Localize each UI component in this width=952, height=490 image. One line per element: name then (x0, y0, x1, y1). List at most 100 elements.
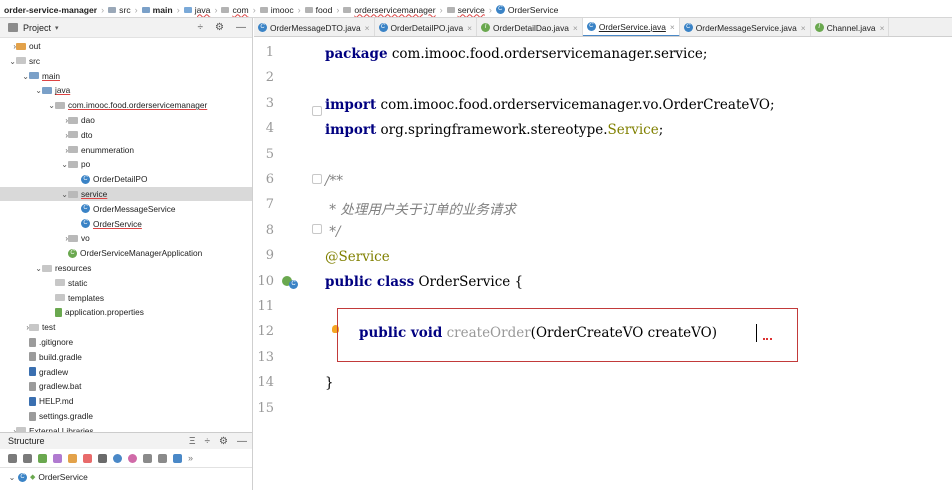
close-icon[interactable]: × (467, 23, 472, 33)
breadcrumb-module[interactable]: order-service-manager (0, 5, 99, 15)
expand-all-icon[interactable] (143, 453, 152, 463)
gear-icon[interactable]: ⚙ (215, 22, 224, 33)
breadcrumb-orderservice[interactable]: C OrderService (494, 5, 561, 15)
tree-item-orderdetailpo[interactable]: C OrderDetailPO (0, 172, 252, 186)
tree-item-help-md[interactable]: HELP.md (0, 394, 252, 408)
code-line-10: public class OrderService { (325, 274, 524, 290)
chevron-down-icon[interactable]: ▾ (55, 24, 59, 32)
line-number: 13 (257, 349, 274, 365)
close-icon[interactable]: × (801, 23, 806, 33)
breadcrumb-separator: › (134, 4, 138, 15)
breadcrumb-service[interactable]: service (445, 5, 487, 15)
tree-item-gitignore[interactable]: .gitignore (0, 335, 252, 349)
show-anonymous-icon[interactable] (113, 453, 122, 463)
hide-panel-icon[interactable]: — (236, 22, 246, 33)
breadcrumb-separator: › (252, 4, 256, 15)
line-number: 5 (265, 146, 274, 162)
class-gutter-icon[interactable]: C (289, 280, 298, 289)
tree-item-orderservice[interactable]: C OrderService (0, 217, 252, 231)
close-icon[interactable]: × (573, 23, 578, 33)
structure-item-class[interactable]: ⌄ C ◆ OrderService (0, 469, 252, 485)
code-line-4: import org.springframework.stereotype.Se… (325, 122, 664, 138)
tab-ordermessagedto-java[interactable]: C OrderMessageDTO.java × (254, 18, 375, 36)
tree-item-resources[interactable]: ⌄ resources (0, 261, 252, 275)
close-icon[interactable]: × (670, 22, 675, 32)
collapse-all-icon[interactable] (158, 453, 167, 463)
tree-item-application-properties[interactable]: application.properties (0, 305, 252, 319)
fold-marker-icon[interactable] (312, 174, 322, 184)
tree-item-label: gradlew.bat (39, 381, 82, 392)
tree-item-orderservicemanagerapplication[interactable]: C OrderServiceManagerApplication (0, 246, 252, 260)
more-icon[interactable]: » (188, 453, 193, 463)
chevron-down-icon[interactable]: ⌄ (9, 57, 16, 66)
sort-by-type-icon[interactable] (8, 453, 17, 463)
gear-icon[interactable]: ⚙ (219, 436, 228, 447)
chevron-down-icon[interactable]: ⌄ (6, 473, 18, 482)
chevron-down-icon[interactable]: ⌄ (61, 160, 68, 169)
autoscroll-icon[interactable] (173, 453, 182, 463)
breadcrumb-src[interactable]: src (106, 5, 132, 15)
tree-item-java[interactable]: ⌄ java (0, 83, 252, 97)
tree-item-label: dto (81, 129, 93, 140)
tab-label: Channel.java (826, 22, 876, 33)
sort-alpha-icon[interactable] (23, 453, 32, 463)
tree-item-label: java (55, 85, 71, 96)
show-fields-icon[interactable] (38, 453, 47, 463)
tab-orderservice-java[interactable]: C OrderService.java × (582, 18, 680, 36)
tree-item-templates[interactable]: templates (0, 291, 252, 305)
expand-icon[interactable]: Ξ (189, 436, 196, 447)
fold-marker-icon[interactable] (312, 224, 322, 234)
code-editor[interactable]: 1 2 3 4 5 6 7 8 9 10 11 12 13 14 15 C package com.imoo… (254, 38, 952, 490)
tree-item-vo[interactable]: › vo (0, 231, 252, 245)
tree-item-po[interactable]: ⌄ po (0, 157, 252, 171)
tab-orderdetaildao-java[interactable]: I OrderDetailDao.java × (477, 18, 583, 36)
tab-channel-java[interactable]: I Channel.java × (811, 18, 890, 36)
tree-item-dao[interactable]: › dao (0, 113, 252, 127)
collapse-all-icon[interactable]: ÷ (198, 22, 204, 33)
breadcrumb-food[interactable]: food (303, 5, 335, 15)
breadcrumb-com[interactable]: com (219, 5, 250, 15)
close-icon[interactable]: × (880, 23, 885, 33)
highlight-box (337, 308, 798, 362)
show-properties-icon[interactable] (53, 453, 62, 463)
tab-ordermessageservice-java[interactable]: C OrderMessageService.java × (680, 18, 811, 36)
breadcrumb-orderservicemanager[interactable]: orderservicemanager (341, 5, 437, 15)
chevron-down-icon[interactable]: ⌄ (22, 72, 29, 81)
breadcrumb-main[interactable]: main (140, 5, 175, 15)
tree-item-service[interactable]: ⌄ service (0, 187, 252, 201)
tree-item-ordermessageservice[interactable]: C OrderMessageService (0, 202, 252, 216)
tree-item-com-imooc-food-orderservicemanager[interactable]: ⌄ com.imooc.food.orderservicemanager (0, 98, 252, 112)
fold-marker-icon[interactable] (312, 106, 322, 116)
class-icon: C (18, 472, 27, 482)
tree-item-gradlew[interactable]: gradlew (0, 365, 252, 379)
collapse-icon[interactable]: ÷ (205, 436, 211, 447)
tree-item-out[interactable]: › out (0, 39, 252, 53)
tree-item-enummeration[interactable]: › enummeration (0, 143, 252, 157)
show-inherited-icon[interactable] (128, 453, 137, 463)
chevron-down-icon[interactable]: ⌄ (61, 190, 68, 199)
show-fields-filter-icon[interactable] (68, 453, 77, 463)
tree-item-static[interactable]: static (0, 276, 252, 290)
tree-item-main[interactable]: ⌄ main (0, 69, 252, 83)
breadcrumb-java[interactable]: java (182, 5, 213, 15)
show-lambdas-icon[interactable] (98, 453, 107, 463)
tree-indent: › (0, 233, 68, 243)
show-non-public-icon[interactable] (83, 453, 92, 463)
close-icon[interactable]: × (365, 23, 370, 33)
chevron-down-icon[interactable]: ⌄ (35, 86, 42, 95)
folder-icon (446, 6, 455, 13)
chevron-down-icon[interactable]: ⌄ (35, 264, 42, 273)
chevron-down-icon[interactable]: ⌄ (48, 101, 55, 110)
tree-item-dto[interactable]: › dto (0, 128, 252, 142)
tree-item-src[interactable]: ⌄ src (0, 54, 252, 68)
tree-item-test[interactable]: › test (0, 320, 252, 334)
project-view-selector[interactable]: Project (23, 23, 51, 33)
tree-item-gradlew-bat[interactable]: gradlew.bat (0, 379, 252, 393)
tab-orderdetailpo-java[interactable]: C OrderDetailPO.java × (375, 18, 478, 36)
hide-panel-icon[interactable]: — (237, 436, 247, 447)
tree-item-build-gradle[interactable]: build.gradle (0, 350, 252, 364)
file-icon (29, 367, 36, 377)
breadcrumb-imooc[interactable]: imooc (258, 5, 296, 15)
tree-item-settings-gradle[interactable]: settings.gradle (0, 409, 252, 423)
class-icon: C (258, 23, 267, 32)
